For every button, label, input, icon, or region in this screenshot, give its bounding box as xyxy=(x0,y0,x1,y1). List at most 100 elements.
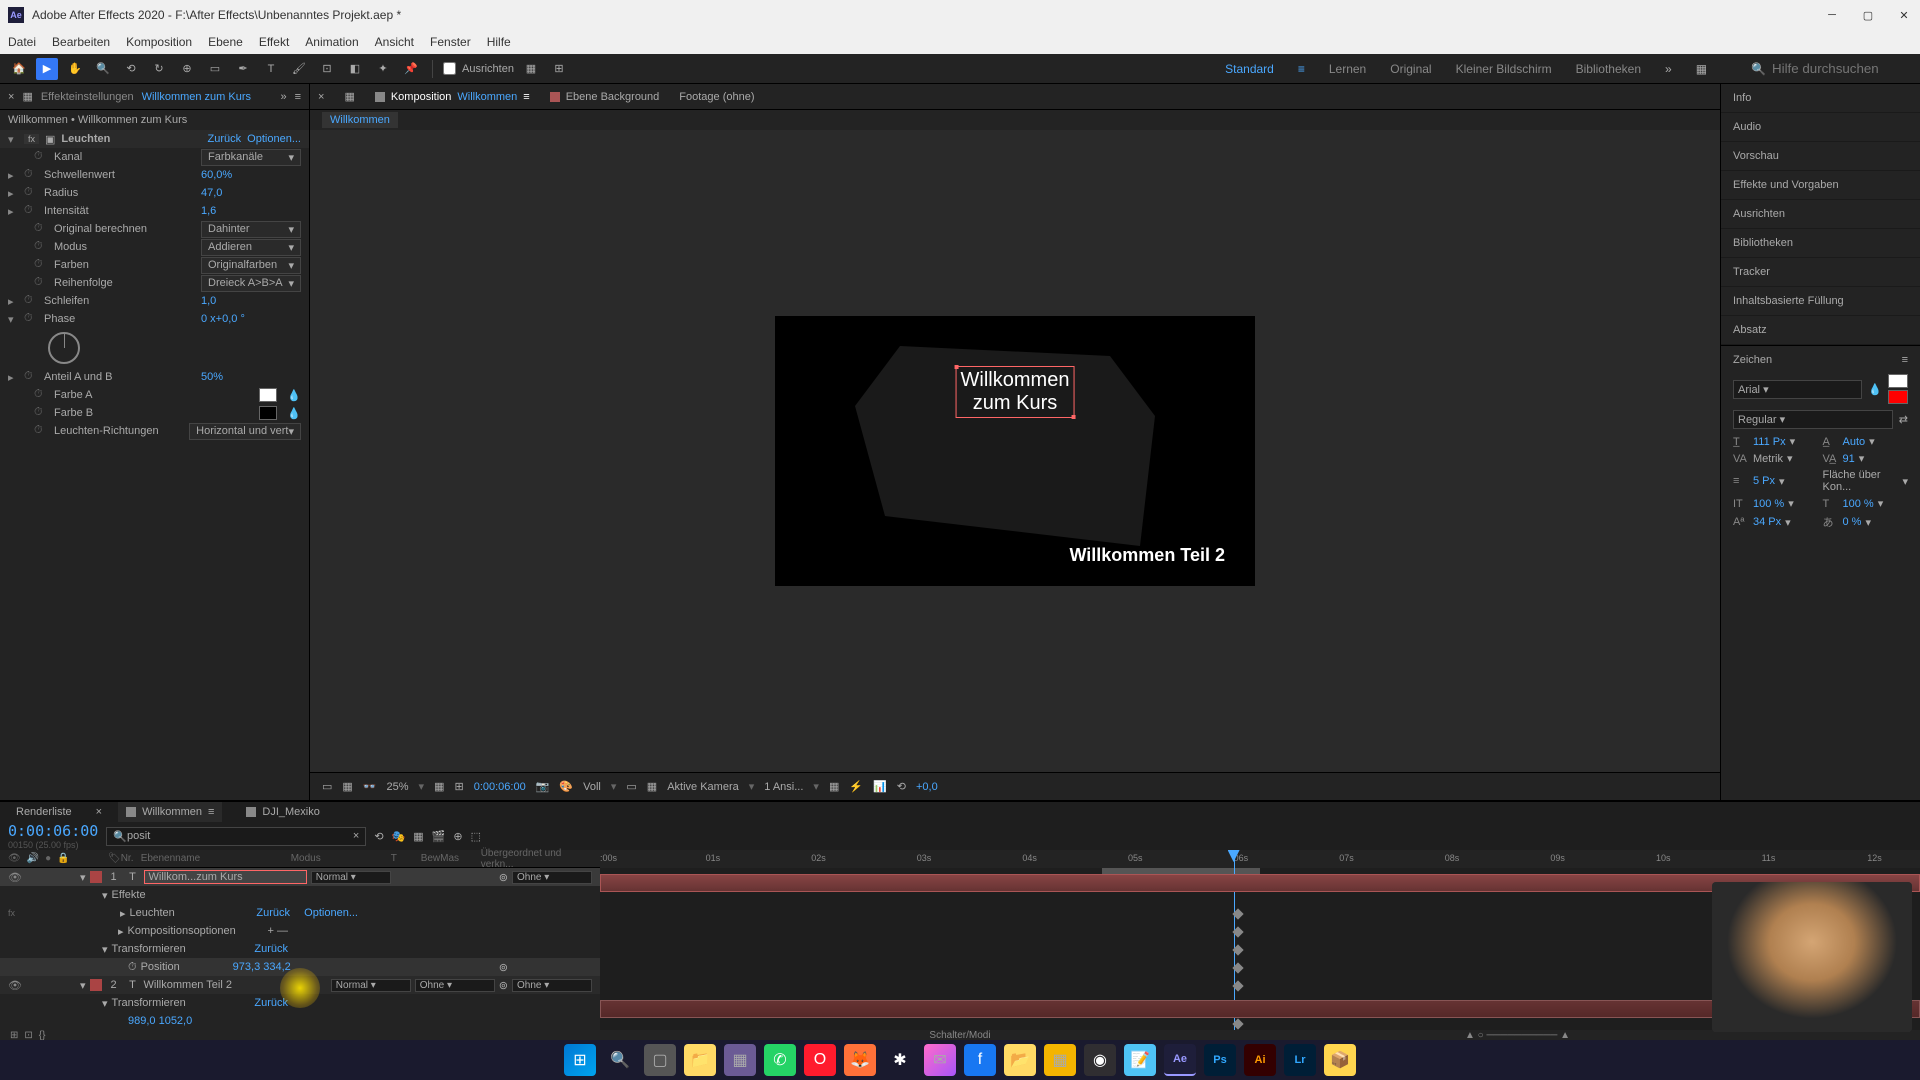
menu-hilfe[interactable]: Hilfe xyxy=(487,35,511,49)
taskbar-illustrator-icon[interactable]: Ai xyxy=(1244,1044,1276,1076)
solo-column-icon[interactable]: ● xyxy=(45,853,51,864)
layer-1-transform-row[interactable]: ▾ Transformieren Zurück xyxy=(0,940,600,958)
parent-pickwhip-icon[interactable]: ⊚ xyxy=(499,979,508,992)
tl-tab-close-icon[interactable]: × xyxy=(96,806,102,818)
prop-farben-dropdown[interactable]: Originalfarben▾ xyxy=(201,257,301,274)
stopwatch-icon[interactable]: ⏱ xyxy=(34,150,48,164)
twirl-icon[interactable]: ▸ xyxy=(120,907,126,920)
res-icon[interactable]: ▦ xyxy=(434,780,444,793)
fill-color-swatch[interactable] xyxy=(1888,374,1908,388)
text-tool[interactable]: T xyxy=(260,58,282,80)
panel-vorschau[interactable]: Vorschau xyxy=(1721,142,1920,171)
panel-menu-icon[interactable]: ≡ xyxy=(295,91,301,103)
tl-btn5-icon[interactable]: ⊕ xyxy=(453,830,462,843)
menu-effekt[interactable]: Effekt xyxy=(259,35,289,49)
twirl-icon[interactable]: ▾ xyxy=(80,871,86,884)
layer-1-leuchten-row[interactable]: fx ▸ Leuchten Zurück Optionen... xyxy=(0,904,600,922)
stopwatch-icon[interactable]: ⏱ xyxy=(24,204,38,218)
font-family-dropdown[interactable]: Arial ▾ xyxy=(1733,380,1862,399)
twirl-icon[interactable]: ▾ xyxy=(8,313,18,326)
transform-reset-link[interactable]: Zurück xyxy=(254,943,288,955)
comp-tab-willkommen[interactable]: Komposition Willkommen ≡ xyxy=(375,91,530,103)
taskbar-taskview-icon[interactable]: ▢ xyxy=(644,1044,676,1076)
twirl-icon[interactable]: ▾ xyxy=(80,979,86,992)
workspace-grid-icon[interactable]: ▦ xyxy=(1696,62,1707,76)
twirl-icon[interactable]: ▸ xyxy=(8,187,18,200)
taskbar-lightroom-icon[interactable]: Lr xyxy=(1284,1044,1316,1076)
exposure-value[interactable]: +0,0 xyxy=(916,781,938,793)
stopwatch-icon[interactable]: ⏱ xyxy=(34,424,48,438)
mask-icon[interactable]: 👓 xyxy=(363,780,377,793)
twirl-icon[interactable]: ▸ xyxy=(8,169,18,182)
puppet-tool[interactable]: 📌 xyxy=(400,58,422,80)
comp-tab-lock-icon[interactable]: ▦ xyxy=(344,90,354,103)
taskbar-app2-icon[interactable]: ✱ xyxy=(884,1044,916,1076)
tl-btn3-icon[interactable]: ▦ xyxy=(413,830,423,843)
swap-colors-icon[interactable]: ⇄ xyxy=(1899,413,1908,426)
eyedropper-icon[interactable]: 💧 xyxy=(287,389,301,402)
taskbar-search-icon[interactable]: 🔍 xyxy=(604,1044,636,1076)
flowchart-icon[interactable]: ⟲ xyxy=(897,780,906,793)
taskbar-app3-icon[interactable]: ▦ xyxy=(1044,1044,1076,1076)
views-dropdown[interactable]: 1 Ansi... xyxy=(764,781,803,793)
stopwatch-icon[interactable]: ⏱ xyxy=(34,388,48,402)
leading-value[interactable]: Auto xyxy=(1843,436,1866,448)
fast-preview-icon[interactable]: ⚡ xyxy=(849,780,863,793)
transform-reset-link[interactable]: Zurück xyxy=(254,997,288,1009)
layer-1-effekte-row[interactable]: ▾ Effekte xyxy=(0,886,600,904)
speaker-column-icon[interactable]: 🔊 xyxy=(27,853,39,864)
home-button[interactable]: 🏠 xyxy=(8,58,30,80)
stopwatch-icon[interactable]: ⏱ xyxy=(24,186,38,200)
text-layer-1[interactable]: Willkommen zum Kurs xyxy=(956,366,1075,418)
trackmat-dropdown[interactable]: Ohne ▾ xyxy=(415,979,495,992)
effect-options-link[interactable]: Optionen... xyxy=(247,133,301,145)
selection-tool[interactable]: ▶ xyxy=(36,58,58,80)
text-layer-2[interactable]: Willkommen Teil 2 xyxy=(1069,545,1225,566)
panel-ausrichten[interactable]: Ausrichten xyxy=(1721,200,1920,229)
close-button[interactable]: ✕ xyxy=(1896,7,1912,23)
fx-badge-icon[interactable]: fx xyxy=(24,134,39,144)
prop-intensitaet-value[interactable]: 1,6 xyxy=(201,205,301,217)
comp-tab-close-icon[interactable]: × xyxy=(318,91,324,103)
taskbar-aftereffects-icon[interactable]: Ae xyxy=(1164,1044,1196,1076)
workspace-menu-icon[interactable]: ≡ xyxy=(1298,62,1305,76)
shape-tool[interactable]: ▭ xyxy=(204,58,226,80)
stopwatch-icon[interactable]: ⏱ xyxy=(24,312,38,326)
farbe-a-swatch[interactable] xyxy=(259,388,277,402)
taskbar-opera-icon[interactable]: O xyxy=(804,1044,836,1076)
effect-controls-tab[interactable]: Effekteinstellungen xyxy=(41,91,134,103)
tl-btn6-icon[interactable]: ⬚ xyxy=(471,830,481,843)
help-search-input[interactable] xyxy=(1772,61,1912,76)
twirl-icon[interactable]: ▸ xyxy=(118,925,124,938)
workspace-lernen[interactable]: Lernen xyxy=(1329,62,1366,76)
effect-twirl-icon[interactable]: ▾ xyxy=(8,133,18,146)
label-column-icon[interactable]: 🏷 xyxy=(108,853,121,864)
eyedropper-icon[interactable]: 💧 xyxy=(1868,383,1882,396)
menu-fenster[interactable]: Fenster xyxy=(430,35,471,49)
taskbar-firefox-icon[interactable]: 🦊 xyxy=(844,1044,876,1076)
character-panel-menu-icon[interactable]: ≡ xyxy=(1902,354,1908,366)
tab-menu-icon[interactable]: ≡ xyxy=(523,91,529,103)
stopwatch-icon[interactable]: ⏱ xyxy=(128,961,137,974)
workspace-kleiner[interactable]: Kleiner Bildschirm xyxy=(1456,62,1552,76)
taskbar-folder-icon[interactable]: 📂 xyxy=(1004,1044,1036,1076)
panel-bibliotheken[interactable]: Bibliotheken xyxy=(1721,229,1920,258)
layer-1-kompopt-row[interactable]: ▸ Kompositionsoptionen + — xyxy=(0,922,600,940)
grid-icon[interactable]: ⊞ xyxy=(454,780,463,793)
leuchten-options-link[interactable]: Optionen... xyxy=(304,907,358,919)
twirl-icon[interactable]: ▸ xyxy=(8,371,18,384)
snapshot-icon[interactable]: 📷 xyxy=(536,780,550,793)
prop-richtungen-dropdown[interactable]: Horizontal und vert▾ xyxy=(189,423,301,440)
position-value[interactable]: 973,3 334,2 xyxy=(233,961,291,973)
stopwatch-icon[interactable]: ⏱ xyxy=(34,240,48,254)
hand-tool[interactable]: ✋ xyxy=(64,58,86,80)
prop-original-dropdown[interactable]: Dahinter▾ xyxy=(201,221,301,238)
add-icon[interactable]: + — xyxy=(268,925,288,937)
tab-menu-icon[interactable]: ≡ xyxy=(208,806,214,818)
stopwatch-icon[interactable]: ⏱ xyxy=(34,406,48,420)
timeline-ruler[interactable]: :00s 01s 02s 03s 04s 05s 06s 07s 08s 09s… xyxy=(600,850,1920,868)
viewer-timecode[interactable]: 0:00:06:00 xyxy=(474,781,526,793)
workspace-original[interactable]: Original xyxy=(1390,62,1431,76)
taskbar-explorer-icon[interactable]: 📁 xyxy=(684,1044,716,1076)
snap-opt2-icon[interactable]: ⊞ xyxy=(548,58,570,80)
